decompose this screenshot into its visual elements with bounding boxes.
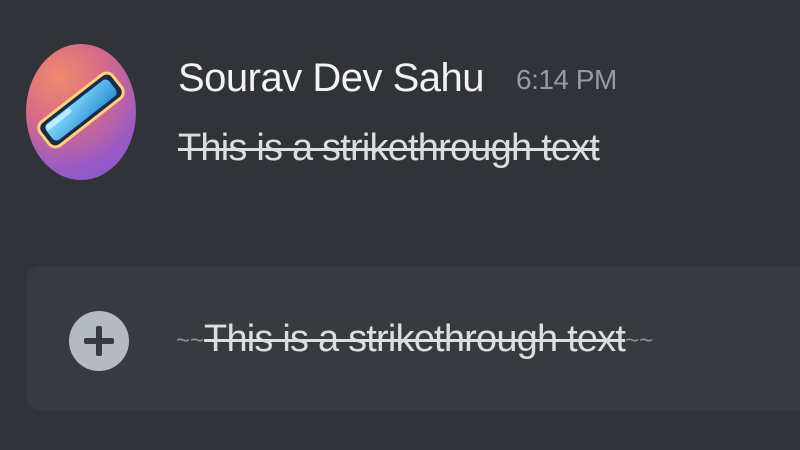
strikethrough-marker-close: ~~ [625,326,654,354]
avatar[interactable] [26,44,136,180]
chat-view: Sourav Dev Sahu 6:14 PM This is a strike… [0,0,800,450]
message-author[interactable]: Sourav Dev Sahu [178,54,485,102]
message-timestamp: 6:14 PM [516,64,617,95]
plus-icon [84,326,114,356]
message-input-text: This is a strikethrough text [204,318,626,360]
message-text: This is a strikethrough text [178,127,600,169]
message-input[interactable]: ~~This is a strikethrough text~~ [176,314,653,364]
chat-message[interactable]: Sourav Dev Sahu 6:14 PM This is a strike… [0,0,800,230]
strikethrough-marker-open: ~~ [176,326,205,354]
phone-icon [37,71,125,149]
add-attachment-button[interactable] [69,311,129,371]
message-composer: ~~This is a strikethrough text~~ [26,266,800,410]
